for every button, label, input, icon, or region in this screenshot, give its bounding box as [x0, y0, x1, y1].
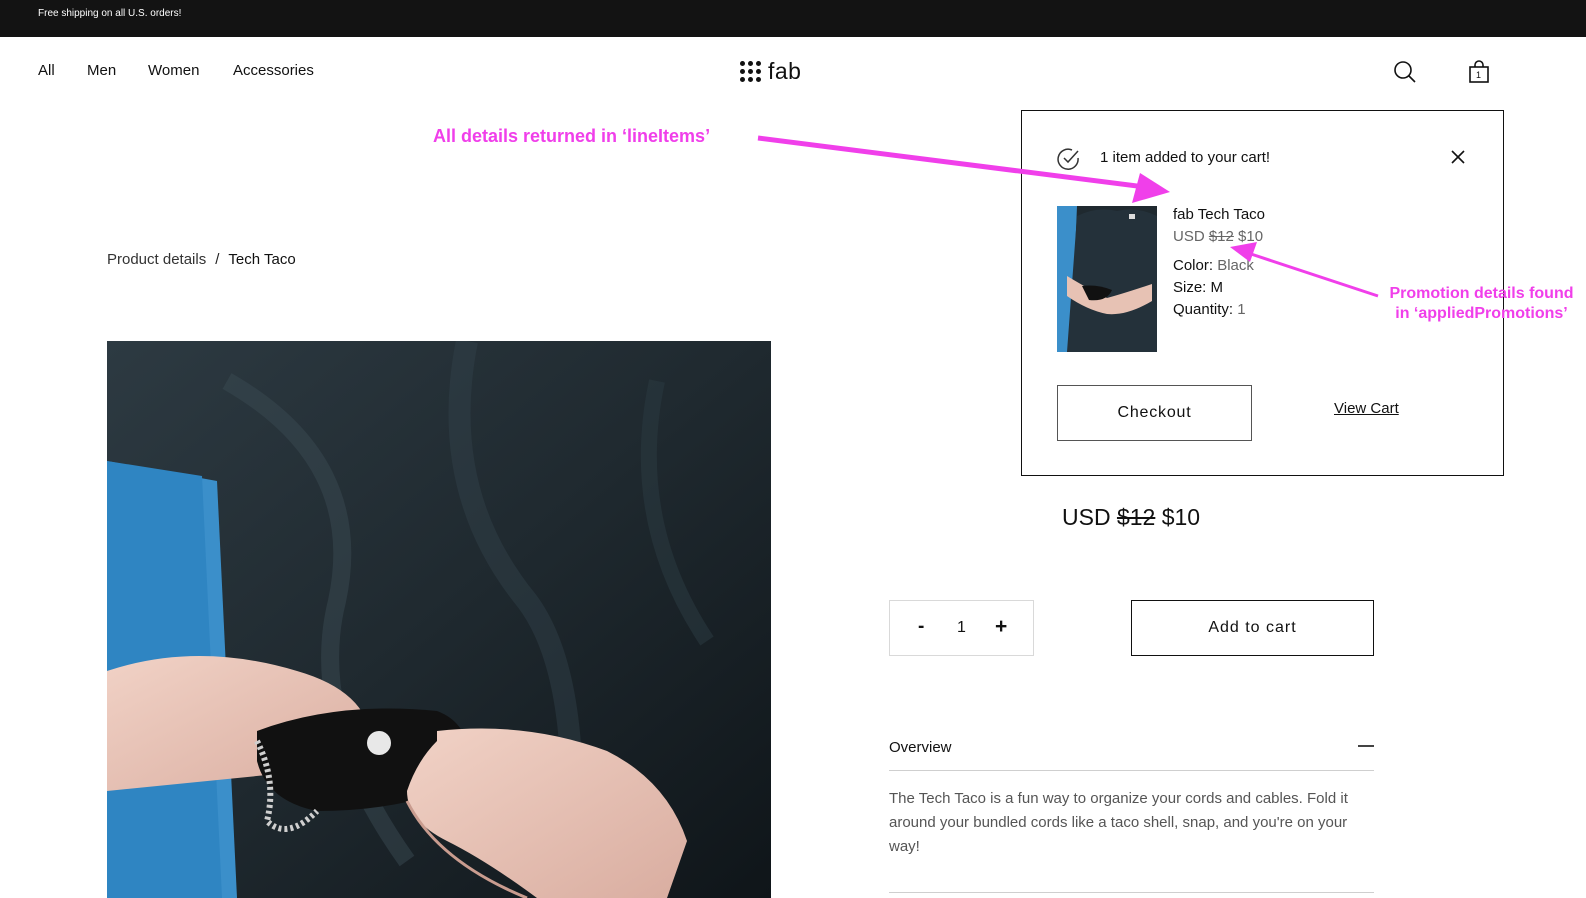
annotation-arrowhead-line-items — [1132, 173, 1170, 203]
annotation-promotions: Promotion details found in ‘appliedPromo… — [1377, 284, 1586, 324]
annotation-arrowhead-promotions — [1230, 242, 1257, 262]
annotation-promotions-line2: in ‘appliedPromotions’ — [1395, 305, 1568, 322]
annotation-arrows — [757, 135, 1379, 298]
annotation-arrow-line-items — [757, 135, 1146, 190]
annotation-promotions-line1: Promotion details found — [1389, 285, 1574, 302]
annotation-arrow-promotions — [1247, 251, 1379, 298]
annotation-line-items: All details returned in ‘lineItems’ — [433, 126, 711, 146]
